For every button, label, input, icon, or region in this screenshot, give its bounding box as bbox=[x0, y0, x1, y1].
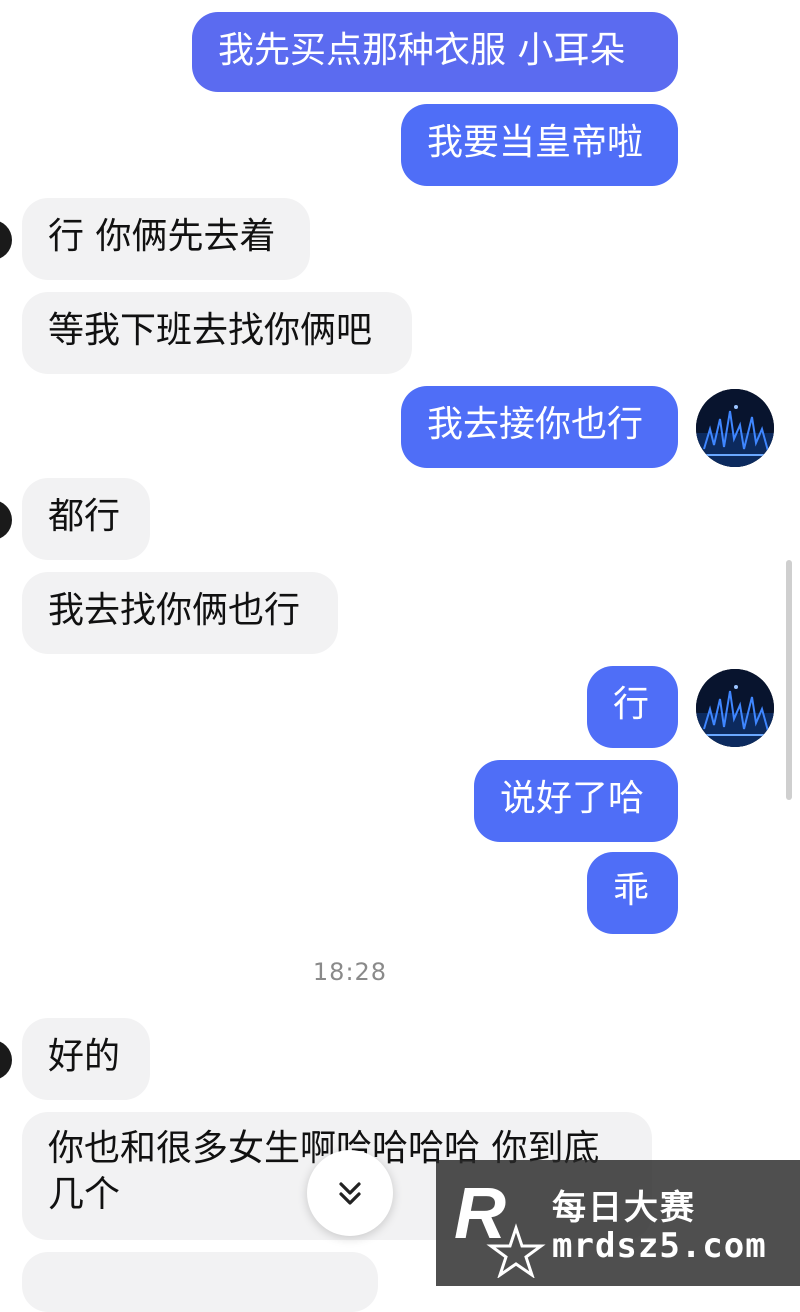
message-bubble-incoming[interactable]: 好的 bbox=[22, 1018, 150, 1100]
message-text: 我去找你俩也行 bbox=[48, 590, 301, 631]
watermark-title: 每日大赛 bbox=[552, 1188, 696, 1228]
message-bubble-incoming[interactable]: 等我下班去找你俩吧 bbox=[22, 292, 412, 374]
message-bubble-outgoing[interactable]: 乖 bbox=[587, 852, 678, 934]
message-bubble-outgoing[interactable]: 我要当皇帝啦 bbox=[401, 104, 678, 186]
avatar-image bbox=[696, 389, 774, 467]
watermark-logo: R bbox=[454, 1174, 546, 1278]
message-bubble-outgoing[interactable]: 我先买点那种衣服 小耳朵 bbox=[192, 12, 678, 92]
message-bubble-incoming[interactable]: 行 你俩先去着 bbox=[22, 198, 310, 280]
message-text: 乖 bbox=[613, 870, 650, 911]
message-text: 行 bbox=[613, 684, 650, 725]
message-timestamp: 18:28 bbox=[312, 958, 388, 986]
message-bubble-outgoing[interactable]: 我去接你也行 bbox=[401, 386, 678, 468]
message-bubble-incoming[interactable] bbox=[22, 1252, 378, 1312]
scroll-to-bottom-button[interactable] bbox=[307, 1150, 393, 1236]
message-bubble-outgoing[interactable]: 说好了哈 bbox=[474, 760, 678, 842]
watermark-logo-letter: R bbox=[454, 1174, 506, 1254]
message-text: 等我下班去找你俩吧 bbox=[48, 310, 373, 351]
message-text: 我先买点那种衣服 小耳朵 bbox=[218, 30, 626, 71]
watermark-url: mrdsz5.com bbox=[552, 1226, 767, 1266]
peer-avatar[interactable] bbox=[0, 500, 12, 540]
message-text: 好的 bbox=[48, 1036, 121, 1077]
watermark: R 每日大赛 mrdsz5.com bbox=[436, 1160, 800, 1286]
message-text: 说好了哈 bbox=[500, 778, 645, 819]
message-bubble-outgoing[interactable]: 行 bbox=[587, 666, 678, 748]
peer-avatar[interactable] bbox=[0, 220, 12, 260]
avatar-image bbox=[696, 669, 774, 747]
message-bubble-incoming[interactable]: 我去找你俩也行 bbox=[22, 572, 338, 654]
peer-avatar[interactable] bbox=[0, 1040, 12, 1080]
my-avatar[interactable] bbox=[696, 389, 774, 467]
message-text: 我去接你也行 bbox=[427, 404, 644, 445]
message-text: 都行 bbox=[48, 496, 121, 537]
double-chevron-down-icon bbox=[339, 1182, 361, 1205]
my-avatar[interactable] bbox=[696, 669, 774, 747]
message-bubble-incoming[interactable]: 都行 bbox=[22, 478, 150, 560]
scrollbar[interactable] bbox=[786, 560, 792, 800]
message-text: 我要当皇帝啦 bbox=[427, 122, 644, 163]
message-text: 行 你俩先去着 bbox=[48, 216, 276, 257]
